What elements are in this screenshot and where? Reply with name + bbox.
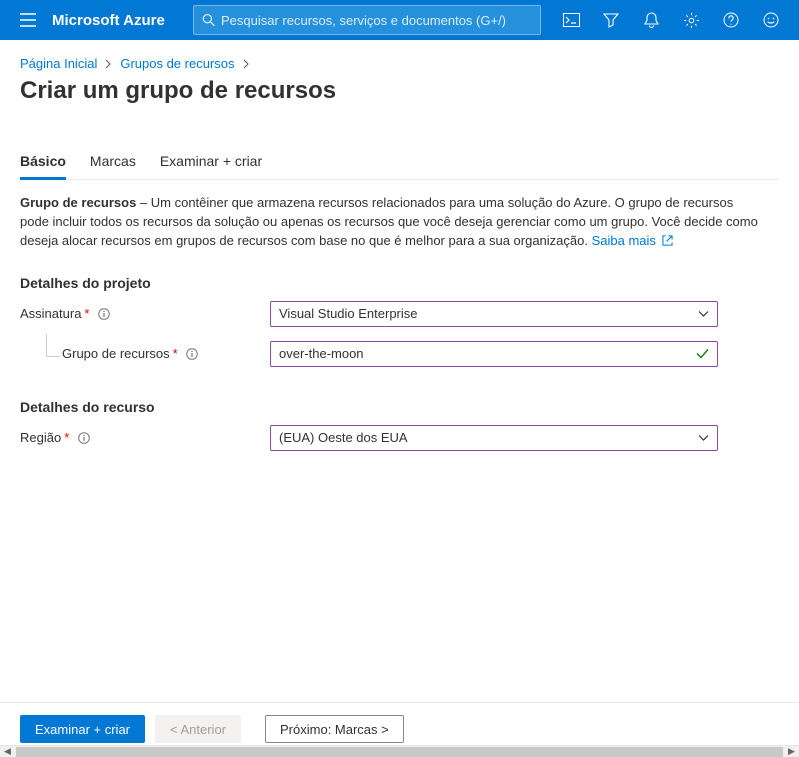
feedback-icon <box>763 12 779 28</box>
region-value: (EUA) Oeste dos EUA <box>279 430 408 445</box>
required-marker: * <box>64 430 69 445</box>
horizontal-scrollbar[interactable]: ◀ ▶ <box>0 745 799 757</box>
chevron-down-icon <box>698 434 709 441</box>
previous-button: < Anterior <box>155 715 241 743</box>
resource-group-input[interactable]: over-the-moon <box>270 341 718 367</box>
info-icon[interactable] <box>186 347 199 360</box>
content-area: Página Inicial Grupos de recursos Criar … <box>0 40 799 451</box>
help-button[interactable] <box>711 0 751 40</box>
notifications-button[interactable] <box>631 0 671 40</box>
section-resource-title: Detalhes do recurso <box>20 399 779 415</box>
info-icon[interactable] <box>77 431 90 444</box>
row-resource-group: Grupo de recursos * over-the-moon <box>20 341 779 367</box>
gear-icon <box>683 12 700 29</box>
brand-label: Microsoft Azure <box>48 12 177 29</box>
search-icon <box>202 13 215 27</box>
row-subscription: Assinatura * Visual Studio Enterprise <box>20 301 779 327</box>
filter-icon <box>603 12 619 28</box>
desc-label: Grupo de recursos <box>20 195 136 210</box>
top-icons <box>551 0 791 40</box>
external-link-icon <box>662 235 673 246</box>
cloud-shell-button[interactable] <box>551 0 591 40</box>
required-marker: * <box>84 306 89 321</box>
tabs: Básico Marcas Examinar + criar <box>20 145 779 180</box>
bell-icon <box>644 12 659 29</box>
rg-value: over-the-moon <box>279 346 364 361</box>
page-title: Criar um grupo de recursos <box>20 77 779 105</box>
chevron-down-icon <box>698 310 709 317</box>
next-button[interactable]: Próximo: Marcas > <box>265 715 404 743</box>
search-box[interactable] <box>193 5 541 35</box>
subscription-value: Visual Studio Enterprise <box>279 306 418 321</box>
description: Grupo de recursos – Um contêiner que arm… <box>20 194 760 251</box>
subscription-label: Assinatura <box>20 306 81 321</box>
search-input[interactable] <box>221 13 532 28</box>
learn-more-link[interactable]: Saiba mais <box>592 233 673 248</box>
subscription-label-wrap: Assinatura * <box>20 306 270 321</box>
region-label: Região <box>20 430 61 445</box>
search-wrap <box>193 5 541 35</box>
rg-label-wrap: Grupo de recursos * <box>20 346 270 361</box>
directory-filter-button[interactable] <box>591 0 631 40</box>
tab-review[interactable]: Examinar + criar <box>160 145 262 179</box>
review-create-button[interactable]: Examinar + criar <box>20 715 145 743</box>
check-icon <box>696 348 709 359</box>
row-region: Região * (EUA) Oeste dos EUA <box>20 425 779 451</box>
subscription-select[interactable]: Visual Studio Enterprise <box>270 301 718 327</box>
tab-tags[interactable]: Marcas <box>90 145 136 179</box>
section-project-title: Detalhes do projeto <box>20 275 779 291</box>
help-icon <box>723 12 739 28</box>
required-marker: * <box>173 346 178 361</box>
rg-label: Grupo de recursos <box>62 346 170 361</box>
cloud-shell-icon <box>563 13 580 28</box>
feedback-button[interactable] <box>751 0 791 40</box>
tab-basic[interactable]: Básico <box>20 145 66 179</box>
chevron-right-icon <box>105 59 112 69</box>
region-label-wrap: Região * <box>20 430 270 445</box>
hamburger-menu[interactable] <box>8 0 48 40</box>
breadcrumb-home[interactable]: Página Inicial <box>20 56 97 71</box>
footer-bar: Examinar + criar < Anterior Próximo: Mar… <box>0 702 799 743</box>
scroll-right-arrow[interactable]: ▶ <box>784 746 799 757</box>
settings-button[interactable] <box>671 0 711 40</box>
scroll-thumb[interactable] <box>16 747 783 757</box>
breadcrumb: Página Inicial Grupos de recursos <box>20 56 779 71</box>
hamburger-icon <box>20 13 36 27</box>
chevron-right-icon <box>243 59 250 69</box>
top-bar: Microsoft Azure <box>0 0 799 40</box>
info-icon[interactable] <box>97 307 110 320</box>
region-select[interactable]: (EUA) Oeste dos EUA <box>270 425 718 451</box>
breadcrumb-groups[interactable]: Grupos de recursos <box>120 56 234 71</box>
scroll-left-arrow[interactable]: ◀ <box>0 746 15 757</box>
